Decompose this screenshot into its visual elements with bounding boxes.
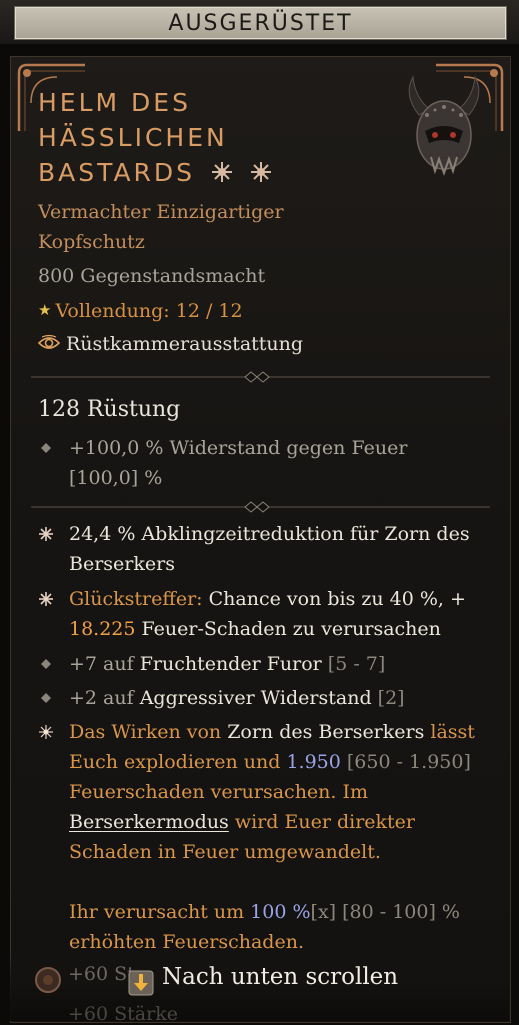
unique-line-2c: [650 - 1.950] — [340, 751, 471, 773]
unique-line-2b: 1.950 — [286, 751, 341, 773]
mastery-text: Vollendung: 12 / 12 — [55, 300, 243, 322]
affix-cooldown-line-1: 24,4 % Abklingzeitreduktion für Zorn des — [69, 523, 470, 545]
partial-affix-text: +60 St — [68, 963, 135, 985]
unique-line-6d: [80 - 100] % — [336, 901, 460, 923]
unique-line-2a: Euch explodieren und — [69, 751, 287, 773]
unique-power-icon — [39, 725, 53, 739]
demon-helm-icon — [408, 75, 480, 176]
section-divider — [31, 369, 490, 383]
greater-affix-icon — [39, 527, 53, 541]
affix-skill-resistance: +2 auf Aggressiver Widerstand [2] — [31, 683, 481, 713]
item-tooltip: HELM DES HÄSSLICHEN BASTARDS Vermachter … — [10, 56, 511, 1023]
armor-value: 128 Rüstung — [38, 397, 181, 422]
lucky-hit-number: 18.225 — [69, 618, 136, 640]
unique-line-6a: Ihr verursacht um — [69, 901, 251, 923]
affix-furor-skill: Fruchtender Furor — [139, 653, 322, 675]
affix-cooldown-line-2: Berserkers — [69, 553, 175, 575]
unique-power: Das Wirken von Zorn des Berserkers lässt… — [31, 717, 481, 957]
affix-resistance-skill: Aggressiver Widerstand — [139, 687, 372, 709]
unique-star-icon — [250, 162, 271, 182]
greater-affix-icon — [39, 592, 53, 606]
unique-line-4b: wird Euer direkter — [228, 811, 415, 833]
diamond-bullet-icon — [41, 659, 51, 669]
implicit-range: [100,0] % — [69, 467, 163, 489]
diamond-bullet-icon — [41, 443, 51, 453]
item-rarity-line-2: Kopfschutz — [38, 231, 145, 253]
unique-star-icon — [212, 162, 232, 182]
gem-socket-icon — [35, 967, 61, 993]
armory-row: Rüstkammerausstattung — [38, 329, 303, 359]
equipped-header: AUSGERÜSTET — [0, 0, 519, 44]
item-name-line-2: HÄSSLICHEN — [38, 123, 228, 152]
unique-line-6c: [x] — [310, 901, 337, 923]
affix-cooldown: 24,4 % Abklingzeitreduktion für Zorn des… — [31, 519, 481, 579]
equipped-title: AUSGERÜSTET — [168, 10, 353, 36]
equipped-banner: AUSGERÜSTET — [14, 6, 507, 40]
unique-line-4a: Berserkermodus — [69, 811, 229, 833]
unique-line-7: erhöhten Feuerschaden. — [69, 931, 304, 953]
affix-furor-prefix: +7 auf — [69, 653, 140, 675]
item-name-line-3-text: BASTARDS — [38, 158, 196, 187]
affix-resistance-range: [2] — [371, 687, 405, 709]
affix-furor-range: [5 - 7] — [321, 653, 386, 675]
implicit-text: +100,0 % Widerstand gegen Feuer — [69, 437, 408, 459]
unique-line-1c: lässt — [424, 721, 475, 743]
section-divider — [31, 499, 490, 513]
item-name-line-3: BASTARDS — [38, 155, 378, 190]
item-rarity: Vermachter Einzigartiger Kopfschutz — [38, 197, 284, 257]
mastery-row: ★ Vollendung: 12 / 12 — [38, 295, 243, 326]
armory-text: Rüstkammerausstattung — [66, 333, 304, 355]
unique-line-1a: Das Wirken von — [69, 721, 228, 743]
mastery-star-icon: ★ — [38, 301, 52, 319]
item-name: HELM DES HÄSSLICHEN BASTARDS — [38, 85, 378, 190]
lucky-hit-text-2: Feuer-Schaden zu verursachen — [135, 618, 441, 640]
scroll-down-icon[interactable] — [128, 970, 154, 996]
unique-line-3: Feuerschaden verursachen. Im — [69, 781, 369, 803]
scroll-down-label[interactable]: Nach unten scrollen — [162, 964, 398, 990]
armory-eye-icon — [38, 334, 60, 349]
affix-skill-furor: +7 auf Fruchtender Furor [5 - 7] — [31, 649, 481, 679]
partial-affix-text-2: +60 Stärke — [68, 1003, 178, 1025]
unique-line-6b: 100 % — [250, 901, 311, 923]
item-name-line-1: HELM DES — [38, 88, 191, 117]
unique-line-1b: Zorn des Berserkers — [227, 721, 425, 743]
implicit-affix: +100,0 % Widerstand gegen Feuer [100,0] … — [31, 433, 481, 493]
diamond-bullet-icon — [41, 693, 51, 703]
affix-lucky-hit: Glückstreffer: Chance von bis zu 40 %, +… — [31, 584, 481, 644]
item-power: 800 Gegenstandsmacht — [38, 265, 266, 287]
item-rarity-line-1: Vermachter Einzigartiger — [38, 201, 284, 223]
unique-line-5: Schaden in Feuer umgewandelt. — [69, 841, 381, 863]
lucky-hit-label: Glückstreffer: — [69, 588, 203, 610]
affix-resistance-prefix: +2 auf — [69, 687, 140, 709]
lucky-hit-text-1: Chance von bis zu 40 %, + — [202, 588, 466, 610]
